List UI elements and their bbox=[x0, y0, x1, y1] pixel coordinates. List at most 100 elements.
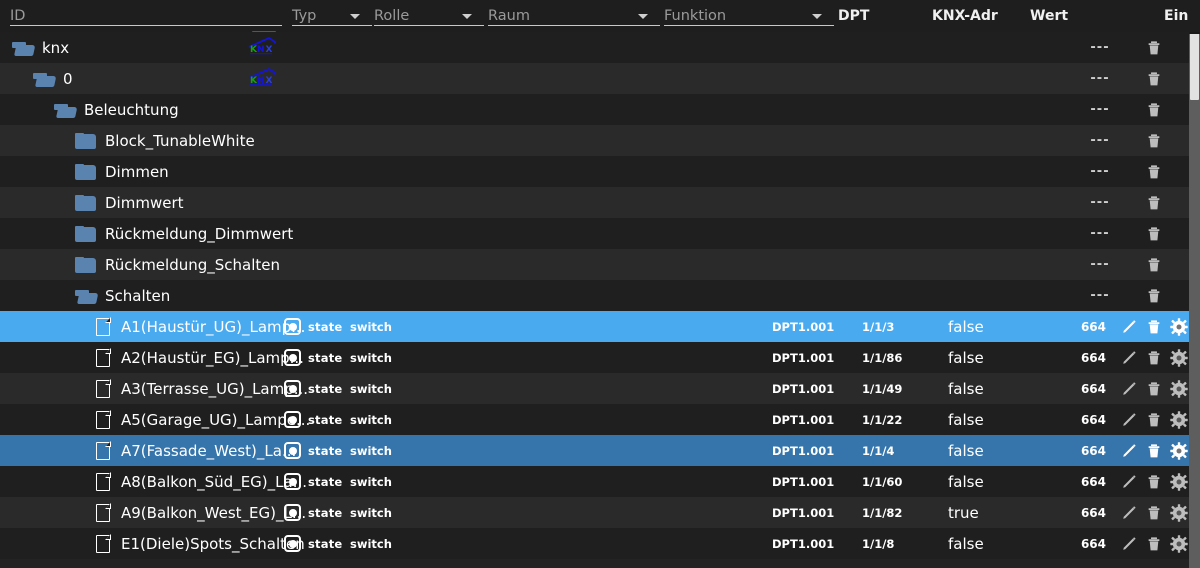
tree-folder-row[interactable]: 0 K N X --- bbox=[0, 63, 1189, 94]
trash-icon[interactable] bbox=[1145, 473, 1163, 491]
trash-icon[interactable] bbox=[1145, 225, 1163, 243]
folder-icon[interactable] bbox=[75, 163, 96, 180]
tree-folder-row[interactable]: Rückmeldung_Dimmwert --- bbox=[0, 218, 1189, 249]
tree-folder-row[interactable]: Beleuchtung --- bbox=[0, 94, 1189, 125]
folder-icon[interactable] bbox=[75, 256, 96, 273]
row-label-cell[interactable]: A3(Terrasse_UG)_Lamp... bbox=[96, 373, 308, 404]
header-cell-rolle[interactable]: Rolle bbox=[374, 0, 484, 32]
gear-icon[interactable] bbox=[1170, 348, 1188, 367]
tree-item-row[interactable]: A9(Balkon_West_EG)_L... state switch DPT1.0… bbox=[0, 497, 1189, 528]
vertical-scrollbar-thumb[interactable] bbox=[1190, 32, 1199, 100]
trash-icon[interactable] bbox=[1145, 318, 1163, 336]
tree-folder-row[interactable]: knx K N X --- bbox=[0, 32, 1189, 63]
header-cell-funktion[interactable]: Funktion bbox=[664, 0, 834, 32]
folder-icon[interactable] bbox=[75, 132, 96, 149]
row-actions[interactable] bbox=[1145, 249, 1163, 280]
row-label-cell[interactable]: A1(Haustür_UG)_Lamp... bbox=[96, 311, 305, 342]
folder-open-icon[interactable] bbox=[75, 288, 99, 304]
gear-icon[interactable] bbox=[1170, 317, 1188, 336]
row-actions[interactable] bbox=[1145, 280, 1163, 311]
gear-icon[interactable] bbox=[1170, 379, 1188, 398]
folder-open-icon[interactable] bbox=[33, 71, 57, 87]
gear-icon[interactable] bbox=[1170, 410, 1188, 429]
trash-icon[interactable] bbox=[1145, 101, 1163, 119]
header-cell-id[interactable]: ID bbox=[10, 0, 282, 32]
row-label-cell[interactable]: A9(Balkon_West_EG)_L... bbox=[96, 497, 306, 528]
row-label-cell[interactable]: Schalten bbox=[75, 280, 170, 311]
filter-input-raum[interactable]: Raum bbox=[488, 8, 530, 24]
row-actions[interactable] bbox=[1145, 63, 1163, 94]
row-actions[interactable] bbox=[1120, 466, 1188, 497]
row-label-cell[interactable]: Beleuchtung bbox=[54, 94, 179, 125]
vertical-scrollbar-track[interactable] bbox=[1189, 32, 1200, 568]
tree-item-row[interactable]: A2(Haustür_EG)_Lamp... state switch DPT1.00… bbox=[0, 342, 1189, 373]
tree-folder-row[interactable]: Dimmen --- bbox=[0, 156, 1189, 187]
row-actions[interactable] bbox=[1145, 94, 1163, 125]
tree-item-row[interactable]: A3(Terrasse_UG)_Lamp... state switch DPT1.0… bbox=[0, 373, 1189, 404]
row-actions[interactable] bbox=[1120, 311, 1188, 342]
gear-icon[interactable] bbox=[1170, 441, 1188, 460]
pencil-icon[interactable] bbox=[1120, 473, 1138, 491]
row-actions[interactable] bbox=[1120, 435, 1188, 466]
gear-icon[interactable] bbox=[1170, 503, 1188, 522]
row-label-cell[interactable]: Block_TunableWhite bbox=[75, 125, 255, 156]
tree-item-row[interactable]: E1(Diele)Spots_Schalten state switch DPT1.0… bbox=[0, 528, 1189, 559]
trash-icon[interactable] bbox=[1145, 504, 1163, 522]
row-label-cell[interactable]: 0 bbox=[33, 63, 73, 94]
filter-input-typ[interactable]: Typ bbox=[292, 8, 316, 24]
folder-icon[interactable] bbox=[75, 194, 96, 211]
pencil-icon[interactable] bbox=[1120, 318, 1138, 336]
folder-open-icon[interactable] bbox=[12, 40, 36, 56]
row-label-cell[interactable]: E1(Diele)Spots_Schalten bbox=[96, 528, 305, 559]
row-label-cell[interactable]: Rückmeldung_Dimmwert bbox=[75, 218, 293, 249]
row-actions[interactable] bbox=[1145, 156, 1163, 187]
chevron-down-icon[interactable] bbox=[462, 14, 472, 19]
row-label-cell[interactable]: A5(Garage_UG)_Lampe... bbox=[96, 404, 310, 435]
trash-icon[interactable] bbox=[1145, 70, 1163, 88]
trash-icon[interactable] bbox=[1145, 287, 1163, 305]
row-actions[interactable] bbox=[1145, 187, 1163, 218]
row-actions[interactable] bbox=[1145, 218, 1163, 249]
trash-icon[interactable] bbox=[1145, 132, 1163, 150]
tree-item-row[interactable]: A5(Garage_UG)_Lampe... state switch DPT1.00… bbox=[0, 404, 1189, 435]
row-actions[interactable] bbox=[1120, 342, 1188, 373]
trash-icon[interactable] bbox=[1145, 442, 1163, 460]
trash-icon[interactable] bbox=[1145, 256, 1163, 274]
tree-item-row[interactable]: A8(Balkon_Süd_EG)_La... state switch DPT1.0… bbox=[0, 466, 1189, 497]
chevron-down-icon[interactable] bbox=[350, 14, 360, 19]
row-label-cell[interactable]: A8(Balkon_Süd_EG)_La... bbox=[96, 466, 307, 497]
row-label-cell[interactable]: Dimmen bbox=[75, 156, 169, 187]
filter-input-id[interactable]: ID bbox=[10, 8, 25, 24]
chevron-down-icon[interactable] bbox=[812, 14, 822, 19]
trash-icon[interactable] bbox=[1145, 194, 1163, 212]
tree-folder-row[interactable]: Rückmeldung_Schalten --- bbox=[0, 249, 1189, 280]
pencil-icon[interactable] bbox=[1120, 442, 1138, 460]
row-actions[interactable] bbox=[1145, 32, 1163, 63]
row-label-cell[interactable]: knx bbox=[12, 32, 69, 63]
row-actions[interactable] bbox=[1120, 373, 1188, 404]
gear-icon[interactable] bbox=[1170, 472, 1188, 491]
row-actions[interactable] bbox=[1120, 497, 1188, 528]
filter-input-funktion[interactable]: Funktion bbox=[664, 8, 726, 24]
trash-icon[interactable] bbox=[1145, 411, 1163, 429]
chevron-down-icon[interactable] bbox=[638, 14, 648, 19]
folder-open-icon[interactable] bbox=[54, 102, 78, 118]
tree-table-body[interactable]: knx K N X --- 0 K N X --- Beleuchtung --- Block_Tuna… bbox=[0, 32, 1189, 568]
row-label-cell[interactable]: Dimmwert bbox=[75, 187, 184, 218]
tree-folder-row[interactable]: Schalten --- bbox=[0, 280, 1189, 311]
row-actions[interactable] bbox=[1145, 125, 1163, 156]
header-cell-typ[interactable]: Typ bbox=[292, 0, 372, 32]
row-actions[interactable] bbox=[1120, 528, 1188, 559]
tree-item-row[interactable]: A1(Haustür_UG)_Lamp... state switch DPT1.00… bbox=[0, 311, 1189, 342]
trash-icon[interactable] bbox=[1145, 349, 1163, 367]
gear-icon[interactable] bbox=[1170, 534, 1188, 553]
trash-icon[interactable] bbox=[1145, 163, 1163, 181]
tree-folder-row[interactable]: Dimmwert --- bbox=[0, 187, 1189, 218]
pencil-icon[interactable] bbox=[1120, 349, 1138, 367]
row-label-cell[interactable]: Rückmeldung_Schalten bbox=[75, 249, 280, 280]
header-cell-raum[interactable]: Raum bbox=[488, 0, 660, 32]
row-actions[interactable] bbox=[1120, 404, 1188, 435]
tree-item-row[interactable]: A7(Fassade_West)_La... state switch DPT1.00… bbox=[0, 435, 1189, 466]
pencil-icon[interactable] bbox=[1120, 411, 1138, 429]
pencil-icon[interactable] bbox=[1120, 504, 1138, 522]
